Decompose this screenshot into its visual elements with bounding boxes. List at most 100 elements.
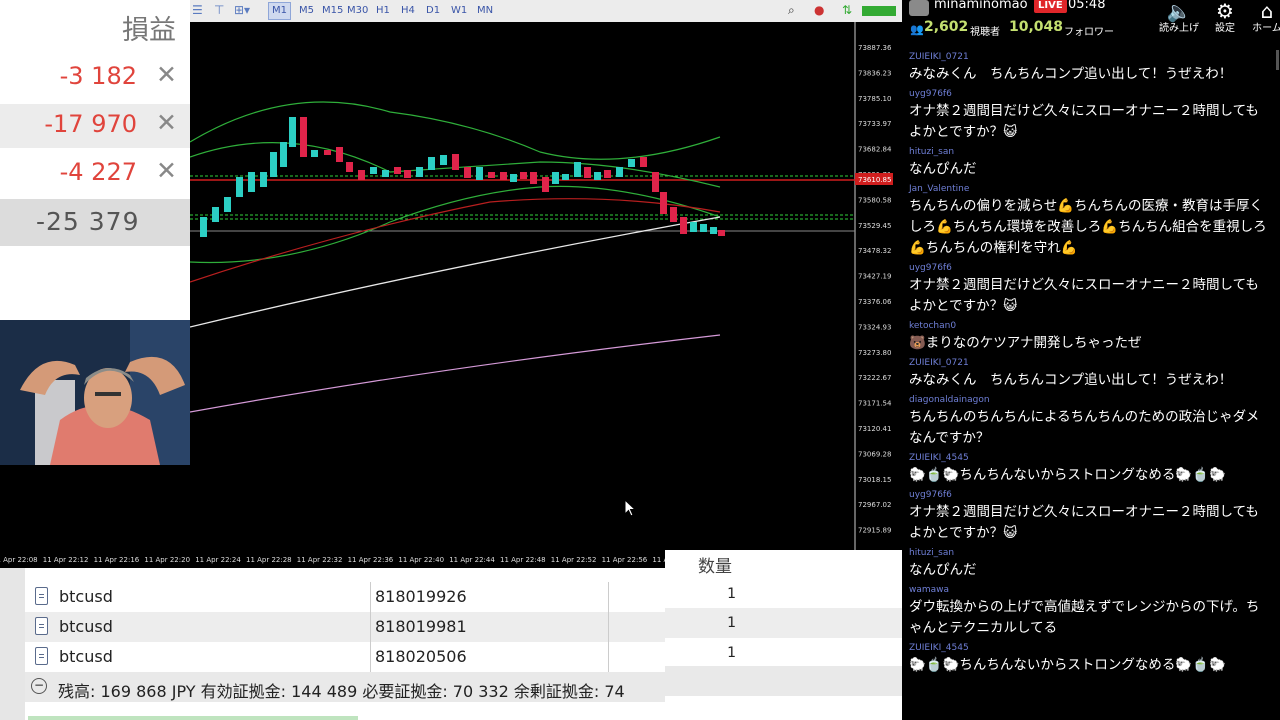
- candlestick: [710, 227, 717, 234]
- price-tick-label: 73069.28: [858, 450, 891, 458]
- comment-username[interactable]: uyg976f6: [909, 262, 1268, 275]
- comment-username[interactable]: ZUIEIKI_4545: [909, 642, 1268, 655]
- time-tick-label: 11 Apr 22:48: [500, 556, 546, 564]
- comment-username[interactable]: uyg976f6: [909, 489, 1268, 502]
- column-divider: [370, 642, 371, 672]
- comment-item: ZUIEIKI_4545 🐑🍵🐑ちんちんないからストロングなめる🐑🍵🐑: [902, 641, 1274, 678]
- timeframe-w1[interactable]: W1: [448, 3, 470, 19]
- timeframe-m5[interactable]: M5: [296, 3, 317, 19]
- follower-count: 10,048: [1009, 19, 1064, 35]
- timeframe-h4[interactable]: H4: [398, 3, 418, 19]
- streamer-username: minaminomao: [934, 0, 1028, 12]
- candlestick: [616, 167, 623, 177]
- orders-table: btcusd 818019926 btcusd 818019981 btcusd…: [0, 568, 665, 720]
- candlestick: [260, 172, 267, 187]
- candlestick: [574, 162, 581, 177]
- timeframe-m30[interactable]: M30: [344, 3, 371, 19]
- order-quantity: 1: [727, 615, 736, 631]
- comment-username[interactable]: hituzi_san: [909, 547, 1268, 560]
- collapse-icon[interactable]: −: [31, 678, 47, 694]
- comment-username[interactable]: uyg976f6: [909, 88, 1268, 101]
- candlestick: [652, 172, 659, 192]
- timeframe-mn[interactable]: MN: [474, 3, 496, 19]
- comment-username[interactable]: hituzi_san: [909, 146, 1268, 159]
- candlestick: [440, 155, 447, 165]
- follower-label: フォロワー: [1064, 27, 1114, 38]
- comment-item: Jan_Valentine ちんちんの偏りを減らせ💪ちんちんの医療・教育は手厚くし…: [902, 182, 1274, 261]
- comment-username[interactable]: diagonaldainagon: [909, 394, 1268, 407]
- close-position-icon[interactable]: ✕: [156, 60, 177, 89]
- comment-item: hituzi_san なんぴんだ: [902, 546, 1274, 583]
- table-row[interactable]: btcusd 818020506: [25, 642, 665, 672]
- order-ticket: 818019926: [375, 587, 467, 606]
- comment-username[interactable]: Jan_Valentine: [909, 183, 1268, 196]
- table-row[interactable]: btcusd 818019926: [25, 582, 665, 612]
- comment-text: ちんちんの偏りを減らせ💪ちんちんの医療・教育は手厚くしろ💪ちんちん環境を改善しろ…: [909, 198, 1267, 256]
- pl-row: -3 182 ✕: [0, 56, 190, 100]
- comment-text: オナ禁２週間目だけど久々にスローオナニー２時間してもよかとですか？😺: [909, 103, 1259, 140]
- timeframe-m1[interactable]: M1: [268, 2, 291, 20]
- viewers-icon: 👥: [910, 23, 924, 36]
- price-tick-label: 72967.02: [858, 501, 891, 509]
- comment-text: なんぴんだ: [909, 161, 977, 177]
- close-position-icon[interactable]: ✕: [156, 156, 177, 185]
- timeframe-d1[interactable]: D1: [423, 3, 443, 19]
- close-position-icon[interactable]: ✕: [156, 108, 177, 137]
- comment-item: ZUIEIKI_4545 🐑🍵🐑ちんちんないからストロングなめる🐑🍵🐑: [902, 451, 1274, 488]
- template-icon[interactable]: ☰: [192, 3, 203, 17]
- comment-text: ちんちんのちんちんによるちんちんのための政治じゃダメなんですか？: [909, 409, 1260, 446]
- pl-value: -17 970: [44, 110, 137, 138]
- scrollbar[interactable]: [1276, 50, 1279, 70]
- timeframe-h1[interactable]: H1: [373, 3, 393, 19]
- comment-username[interactable]: ZUIEIKI_0721: [909, 357, 1268, 370]
- timeframe-m15[interactable]: M15: [319, 3, 346, 19]
- profit-loss-panel: 損益 -3 182 ✕ -17 970 ✕ -4 227 ✕ -25 379: [0, 0, 190, 320]
- time-axis: 11 Apr 22:08 11 Apr 22:12 11 Apr 22:16 11 A…: [0, 550, 665, 568]
- row-background: [665, 666, 902, 696]
- table-row[interactable]: btcusd 818019981: [25, 612, 665, 642]
- comment-username[interactable]: ketochan0: [909, 320, 1268, 333]
- time-tick-label: 11 Apr 22:44: [449, 556, 495, 564]
- document-icon: [35, 647, 48, 665]
- comment-username[interactable]: wamawa: [909, 584, 1268, 597]
- candlestick: [336, 147, 343, 162]
- speaker-icon: 🔈: [1166, 0, 1192, 23]
- candlestick: [248, 172, 255, 192]
- comment-text: 🐻まりなのケツアナ開発しちゃったぜ: [909, 335, 1142, 351]
- read-aloud-button[interactable]: 🔈 読み上げ: [1154, 0, 1204, 40]
- candlestick: [416, 167, 423, 177]
- objects-icon[interactable]: ⊤: [214, 3, 224, 17]
- candlestick: [280, 142, 287, 167]
- comment-item: ZUIEIKI_0721 みなみくん ちんちんコンプ追い出して！うぜえわ！: [902, 356, 1274, 393]
- notification-icon[interactable]: ●: [814, 3, 824, 17]
- price-chart[interactable]: 73887.36 73836.23 73785.10 73733.97 73682.84…: [190, 22, 902, 550]
- comment-text: みなみくん ちんちんコンプ追い出して！うぜえわ！: [909, 66, 1233, 82]
- candlestick: [324, 150, 331, 155]
- signal-icon[interactable]: ⇅: [842, 3, 852, 17]
- time-tick-label: 11 Apr 22:24: [195, 556, 241, 564]
- column-divider: [370, 582, 371, 612]
- candlestick: [394, 167, 401, 174]
- price-tick-label: 73682.84: [858, 146, 892, 154]
- viewer-label: 視聴者: [970, 27, 1000, 38]
- time-tick-label: 11 Apr 22:20: [144, 556, 190, 564]
- read-aloud-label: 読み上げ: [1159, 23, 1199, 34]
- candlestick: [562, 174, 569, 180]
- column-divider: [608, 642, 609, 672]
- comment-text: オナ禁２週間目だけど久々にスローオナニー２時間してもよかとですか？😺: [909, 277, 1259, 314]
- price-tick-label: 73427.19: [858, 273, 891, 281]
- grid-icon[interactable]: ⊞▾: [234, 3, 250, 17]
- comment-username[interactable]: ZUIEIKI_4545: [909, 452, 1268, 465]
- mouse-cursor-icon: [624, 499, 636, 517]
- candlestick: [311, 150, 318, 157]
- comment-username[interactable]: ZUIEIKI_0721: [909, 51, 1268, 64]
- comment-item: ketochan0 🐻まりなのケツアナ開発しちゃったぜ: [902, 319, 1274, 356]
- candlestick: [718, 230, 725, 236]
- comment-item: uyg976f6 オナ禁２週間目だけど久々にスローオナニー２時間してもよかとですか…: [902, 488, 1274, 546]
- home-icon: ⌂: [1260, 0, 1274, 23]
- candlestick: [270, 152, 277, 177]
- home-button[interactable]: ⌂ ホーム: [1242, 0, 1280, 40]
- comment-text: 🐑🍵🐑ちんちんないからストロングなめる🐑🍵🐑: [909, 467, 1226, 483]
- comment-text: なんぴんだ: [909, 562, 977, 578]
- search-icon[interactable]: ⌕: [788, 3, 795, 18]
